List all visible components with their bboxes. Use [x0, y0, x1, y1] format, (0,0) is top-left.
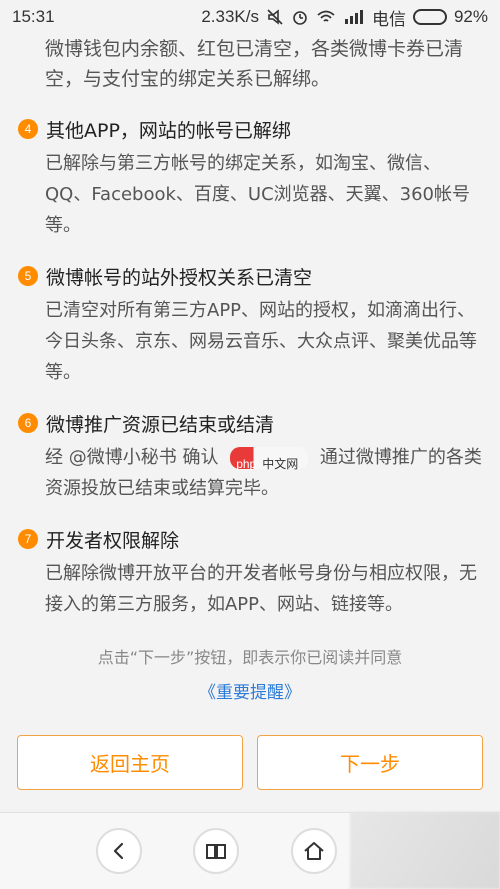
number-badge: 5 [18, 266, 38, 286]
number-badge: 6 [18, 413, 38, 433]
battery-percent: 92% [453, 7, 488, 26]
section-head: 5 微博帐号的站外授权关系已清空 [0, 261, 500, 291]
section-body: 已解除微博开放平台的开发者帐号身份与相应权限，无接入的第三方服务，如APP、网站… [45, 563, 477, 615]
action-buttons: 返回主页 下一步 [0, 735, 500, 790]
back-icon [111, 842, 127, 860]
blurred-overlay [350, 812, 500, 889]
watermark-php: php [236, 457, 257, 471]
watermark-logo: php 中文网 [230, 447, 309, 471]
wifi-icon [316, 9, 336, 25]
section-body: 已解除与第三方帐号的绑定关系，如淘宝、微信、QQ、Facebook、百度、UC浏… [45, 153, 471, 236]
section-title: 微博推广资源已结束或结清 [46, 413, 275, 436]
bookmarks-button[interactable] [193, 828, 240, 874]
network-speed: 2.33K/s [201, 7, 259, 26]
bookmarks-icon [205, 842, 227, 860]
section-title: 开发者权限解除 [46, 529, 180, 552]
back-button[interactable] [95, 828, 142, 874]
status-right: 2.33K/s 电信 92% [201, 5, 488, 30]
section-head: 4 其他APP，网站的帐号已解绑 [0, 114, 500, 144]
next-step-button[interactable]: 下一步 [257, 735, 483, 790]
mute-icon [266, 8, 284, 26]
section-item-4: 4 其他APP，网站的帐号已解绑 已解除与第三方帐号的绑定关系，如淘宝、微信、Q… [0, 114, 500, 241]
section-item-6: 6 微博推广资源已结束或结清 经 @微博小秘书 确认 php 中文网 通过微博推… [0, 408, 500, 504]
home-button[interactable] [290, 828, 337, 874]
signal-icon [343, 9, 365, 25]
carrier: 电信 [371, 9, 406, 29]
section-title: 其他APP，网站的帐号已解绑 [46, 119, 291, 142]
content-area: 微博钱包内余额、红包已清空，各类微博卡券已清空，与支付宝的绑定关系已解绑。 4 … [0, 34, 500, 703]
section-item-5: 5 微博帐号的站外授权关系已清空 已清空对所有第三方APP、网站的授权，如滴滴出… [0, 261, 500, 388]
status-time: 15:31 [12, 7, 55, 26]
number-badge: 4 [18, 119, 38, 139]
important-reminder-link[interactable]: 《重要提醒》 [0, 678, 500, 703]
section-title: 微博帐号的站外授权关系已清空 [46, 266, 313, 289]
battery-icon [412, 9, 447, 25]
lead-text: 微博钱包内余额、红包已清空，各类微博卡券已清空，与支付宝的绑定关系已解绑。 [45, 38, 464, 90]
section-body-part-a: 经 @微博小秘书 确认 [45, 447, 219, 468]
section-body: 经 @微博小秘书 确认 php 中文网 通过微博推广的各类资源投放已结束或结算完… [0, 438, 500, 504]
watermark-cn: 中文网 [262, 457, 299, 471]
section-head: 7 开发者权限解除 [0, 524, 500, 554]
agreement-notice: 点击“下一步”按钮，即表示你已阅读并同意 [97, 648, 403, 667]
number-badge: 7 [18, 529, 38, 549]
section-item-7: 7 开发者权限解除 已解除微博开放平台的开发者帐号身份与相应权限，无接入的第三方… [0, 524, 500, 620]
home-icon [303, 841, 325, 861]
section-body: 已清空对所有第三方APP、网站的授权，如滴滴出行、今日头条、京东、网易云音乐、大… [45, 300, 477, 383]
back-home-button[interactable]: 返回主页 [17, 735, 243, 790]
alarm-icon [291, 8, 309, 26]
section-head: 6 微博推广资源已结束或结清 [0, 408, 500, 438]
status-bar: 15:31 2.33K/s 电信 92% [0, 0, 500, 34]
